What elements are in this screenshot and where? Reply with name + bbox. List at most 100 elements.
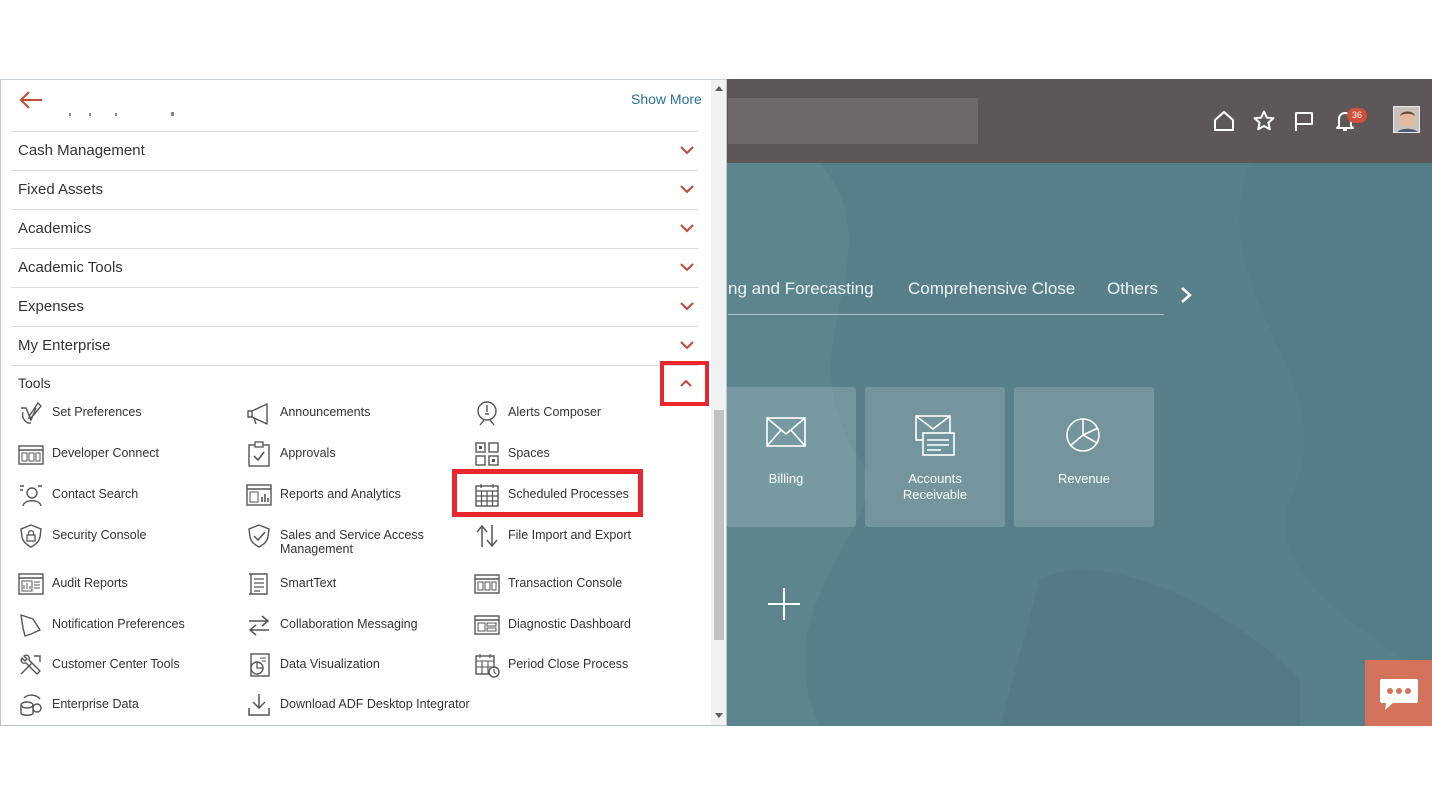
tile-revenue[interactable]: Revenue [1014, 387, 1154, 527]
tool-label: File Import and Export [508, 528, 631, 542]
chat-button[interactable] [1365, 660, 1432, 726]
set-preferences-icon [21, 401, 42, 424]
back-arrow-icon[interactable] [18, 89, 44, 111]
tool-label: Reports and Analytics [280, 487, 401, 501]
shield-check-icon [248, 524, 270, 548]
chevron-down-icon[interactable] [680, 301, 694, 311]
tool-period-close-process[interactable]: Period Close Process [474, 652, 694, 682]
tile-label: Revenue [1057, 471, 1111, 486]
tool-collaboration-messaging[interactable]: Collaboration Messaging [246, 612, 466, 642]
shield-lock-icon [20, 524, 42, 548]
chevron-down-icon[interactable] [680, 145, 694, 155]
show-more-link[interactable]: Show More [631, 91, 702, 107]
tool-label: Sales and Service Access Management [280, 528, 424, 556]
tool-label: Alerts Composer [508, 405, 602, 419]
tool-file-import-and-export[interactable]: File Import and Export [474, 523, 694, 553]
nav-group-academics[interactable]: Academics [11, 209, 698, 248]
enterprise-data-icon [20, 694, 42, 716]
chevron-down-icon[interactable] [680, 262, 694, 272]
exchange-arrows-icon [248, 615, 270, 636]
tool-smarttext[interactable]: SmartText [246, 571, 466, 601]
scroll-down-arrow-icon[interactable] [715, 713, 723, 718]
developer-connect-icon [18, 445, 44, 465]
transaction-console-icon [474, 574, 500, 594]
contact-search-icon [20, 485, 42, 507]
tile-billing[interactable]: Billing [716, 387, 856, 527]
nav-group-tools[interactable]: Tools [11, 365, 698, 395]
nav-group-label: Fixed Assets [18, 181, 104, 198]
pie-chart-icon [1066, 418, 1100, 452]
tool-label: Download ADF Desktop Integrator [280, 697, 470, 711]
tool-reports-and-analytics[interactable]: Reports and Analytics [246, 482, 466, 512]
tool-label: Set Preferences [52, 405, 142, 419]
tile-label: Billing [768, 471, 804, 486]
tool-audit-reports[interactable]: Audit Reports [18, 571, 238, 601]
tool-label: Collaboration Messaging [280, 617, 418, 631]
tool-label: Period Close Process [508, 657, 629, 671]
tool-enterprise-data[interactable]: Enterprise Data [18, 692, 238, 722]
tab-comprehensive-close[interactable]: Comprehensive Close [908, 279, 1075, 299]
nav-group-cash-management[interactable]: Cash Management [11, 131, 698, 170]
scroll-thumb[interactable] [714, 410, 724, 640]
favorites-star-icon[interactable] [1252, 109, 1276, 133]
audit-reports-icon [18, 573, 44, 595]
tab-others[interactable]: Others [1107, 279, 1158, 299]
chevron-right-icon[interactable] [1178, 285, 1194, 305]
tool-label: Diagnostic Dashboard [508, 617, 631, 631]
home-icon[interactable] [1212, 109, 1236, 133]
chevron-down-icon[interactable] [680, 184, 694, 194]
nav-group-label: My Enterprise [18, 337, 111, 354]
tool-transaction-console[interactable]: Transaction Console [474, 571, 694, 601]
tool-set-preferences[interactable]: Set Preferences [18, 400, 238, 430]
spaces-grid-icon [475, 442, 499, 466]
screen: 36 ng and Forecasting Comprehensive Clos… [0, 79, 1432, 726]
chevron-down-icon[interactable] [680, 340, 694, 350]
tool-sales-and-service-access-management[interactable]: Sales and Service Access Management [246, 523, 466, 556]
envelope-icon [766, 417, 806, 447]
nav-group-academic-tools[interactable]: Academic Tools [11, 248, 698, 287]
tool-label: Notification Preferences [52, 617, 185, 631]
tile-accounts-receivable[interactable]: Accounts Receivable [865, 387, 1005, 527]
user-avatar[interactable] [1393, 106, 1420, 133]
bell-outline-icon [20, 614, 41, 637]
springboard-tabs: ng and Forecasting Comprehensive Close O… [728, 275, 1164, 315]
tool-label: SmartText [280, 576, 337, 590]
tool-label: Security Console [52, 528, 147, 542]
chat-bubble-icon [1380, 679, 1418, 710]
alert-icon [477, 401, 497, 426]
tool-approvals[interactable]: Approvals [246, 441, 466, 471]
tool-data-visualization[interactable]: Data Visualization [246, 652, 466, 682]
scroll-up-arrow-icon[interactable] [715, 86, 723, 91]
add-plus-icon[interactable] [766, 586, 802, 622]
tab-planning-and-forecasting[interactable]: ng and Forecasting [728, 279, 874, 299]
tool-developer-connect[interactable]: Developer Connect [18, 441, 238, 471]
tool-download-adf-desktop-integrator[interactable]: Download ADF Desktop Integrator [246, 692, 506, 722]
nav-group-fixed-assets[interactable]: Fixed Assets [11, 170, 698, 209]
tool-label: Customer Center Tools [52, 657, 180, 671]
tool-notification-preferences[interactable]: Notification Preferences [18, 612, 238, 642]
diagnostic-dashboard-icon [474, 615, 500, 635]
chevron-down-icon[interactable] [680, 223, 694, 233]
user-photo-icon [1394, 107, 1419, 132]
chevron-up-icon [680, 379, 692, 387]
tool-alerts-composer[interactable]: Alerts Composer [474, 400, 694, 430]
tool-contact-search[interactable]: Contact Search [18, 482, 238, 512]
import-export-icon [476, 524, 498, 548]
nav-group-label: Tools [18, 375, 51, 391]
navigator-panel: Show More Cash Management Fixed Assets A… [0, 79, 727, 726]
nav-group-my-enterprise[interactable]: My Enterprise [11, 326, 698, 365]
navigator-scrollbar[interactable] [711, 80, 726, 725]
global-search-box[interactable] [728, 98, 978, 144]
tool-customer-center-tools[interactable]: Customer Center Tools [18, 652, 238, 682]
reports-icon [246, 484, 272, 506]
tool-announcements[interactable]: Announcements [246, 400, 466, 430]
tool-label: Approvals [280, 446, 336, 460]
watchlist-flag-icon[interactable] [1292, 109, 1316, 133]
smarttext-icon [249, 573, 268, 595]
tool-spaces[interactable]: Spaces [474, 441, 694, 471]
tool-security-console[interactable]: Security Console [18, 523, 238, 553]
nav-group-label: Expenses [18, 298, 84, 315]
nav-group-label: Cash Management [18, 142, 145, 159]
nav-group-expenses[interactable]: Expenses [11, 287, 698, 326]
tool-diagnostic-dashboard[interactable]: Diagnostic Dashboard [474, 612, 694, 642]
